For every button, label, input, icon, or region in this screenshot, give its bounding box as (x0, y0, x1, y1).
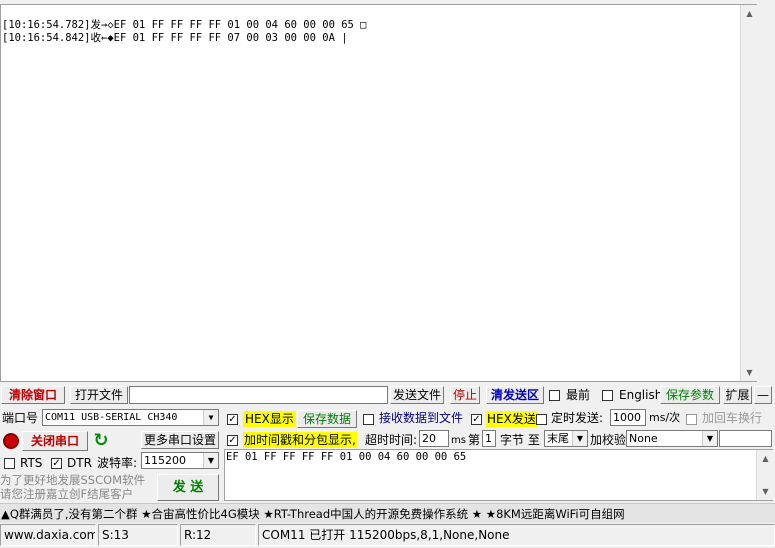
scroll-down-icon[interactable]: ▼ (741, 364, 758, 381)
dtr-label: DTR (67, 456, 92, 470)
baud-select[interactable]: 115200 ▼ (141, 452, 219, 469)
chevron-down-icon: ▼ (572, 431, 587, 446)
chevron-down-icon: ▼ (203, 410, 218, 425)
more-port-settings-button[interactable]: 更多串口设置 (141, 431, 219, 449)
byte-label: 字节 至 (500, 433, 540, 447)
add-crlf-checkbox[interactable] (686, 414, 697, 425)
checksum-label: 加校验 (590, 433, 627, 447)
scroll-up-icon[interactable]: ▲ (757, 450, 774, 467)
scroll-down-icon[interactable]: ▼ (757, 483, 774, 500)
topmost-label: 最前 (566, 388, 591, 402)
timed-send-checkbox[interactable] (536, 414, 547, 425)
port-label: 端口号 (2, 411, 39, 425)
port-status-icon (3, 433, 19, 449)
timeout-unit: ms (451, 435, 466, 446)
save-params-button[interactable]: 保存参数 (660, 386, 720, 404)
file-path-input[interactable] (129, 386, 388, 404)
port-select[interactable]: COM11 USB-SERIAL CH340 ▼ (42, 409, 219, 426)
send-scrollbar[interactable]: ▲ ▼ (756, 450, 774, 500)
checksum-select[interactable]: None ▼ (626, 430, 718, 447)
send-area[interactable]: EF 01 FF FF FF FF 01 00 04 60 00 00 65 ▲… (224, 449, 774, 501)
status-received: R:12 (180, 524, 256, 546)
checksum-extra-field[interactable] (719, 430, 772, 447)
checksum-value: None (629, 432, 658, 445)
topmost-checkbox[interactable] (549, 390, 560, 401)
timestamp-checkbox[interactable]: ✓ (227, 435, 238, 446)
stop-button[interactable]: 停止 (450, 386, 480, 404)
ticker-bar: ▲Q群满员了,没有第二个群 ★合宙高性价比4G模块 ★RT-Thread中国人的… (0, 503, 775, 523)
timestamp-label: 加时间戳和分包显示, (243, 432, 357, 448)
collapse-button[interactable]: — (754, 386, 772, 404)
baud-select-value: 115200 (144, 454, 186, 467)
port-select-value: COM11 USB-SERIAL CH340 (45, 412, 178, 423)
receive-area[interactable]: [10:16:54.782]发→◇EF 01 FF FF FF FF 01 00… (0, 4, 758, 382)
chevron-down-icon: ▼ (203, 453, 218, 468)
timeout-label: 超时时间: (365, 433, 418, 447)
close-port-button[interactable]: 关闭串口 (22, 431, 88, 451)
send-file-button[interactable]: 发送文件 (390, 386, 444, 404)
baud-label: 波特率: (97, 456, 138, 470)
hex-display-checkbox[interactable]: ✓ (227, 414, 238, 425)
receive-scrollbar[interactable]: ▲ ▼ (740, 5, 758, 381)
scroll-up-icon[interactable]: ▲ (741, 5, 758, 22)
refresh-icon[interactable]: ↻ (92, 432, 110, 450)
add-crlf-label: 加回车换行 (702, 411, 763, 425)
interval-input[interactable]: 1000 (610, 409, 646, 426)
expand-button[interactable]: 扩展 (723, 386, 752, 404)
dtr-checkbox[interactable]: ✓ (51, 458, 62, 469)
rts-label: RTS (20, 456, 43, 470)
send-text: EF 01 FF FF FF FF 01 00 04 60 00 00 65 (226, 451, 467, 463)
byte-end-value: 末尾 (547, 432, 569, 445)
english-label: English (619, 388, 663, 402)
interval-unit: ms/次 (649, 411, 681, 424)
timeout-input[interactable]: 20 (419, 430, 449, 447)
send-button[interactable]: 发 送 (157, 474, 219, 501)
status-port: COM11 已打开 115200bps,8,1,None,None (258, 524, 775, 546)
hex-display-label: HEX显示 (243, 411, 296, 427)
open-file-button[interactable]: 打开文件 (70, 386, 128, 404)
clear-send-button[interactable]: 清发送区 (486, 386, 544, 404)
recv-to-file-label: 接收数据到文件 (379, 411, 464, 425)
promo-line-2[interactable]: 请您注册嘉立创F结尾客户 (0, 487, 133, 501)
byte-prefix: 第 (468, 433, 481, 447)
receive-line: [10:16:54.842]收←◆EF 01 FF FF FF FF 07 00… (2, 32, 348, 44)
promo-line-1[interactable]: 为了更好地发展SSCOM软件 (0, 473, 145, 487)
recv-to-file-checkbox[interactable] (363, 414, 374, 425)
ticker-text[interactable]: ▲Q群满员了,没有第二个群 ★合宙高性价比4G模块 ★RT-Thread中国人的… (1, 506, 625, 522)
english-checkbox[interactable] (602, 390, 613, 401)
rts-checkbox[interactable] (4, 458, 15, 469)
clear-window-button[interactable]: 清除窗口 (1, 386, 65, 404)
chevron-down-icon: ▼ (702, 431, 717, 446)
hex-send-label: HEX发送 (486, 411, 537, 427)
hex-send-checkbox[interactable]: ✓ (471, 414, 482, 425)
status-sent: S:13 (98, 524, 178, 546)
byte-end-select[interactable]: 末尾 ▼ (544, 430, 588, 447)
status-site[interactable]: www.daxia.com (0, 524, 96, 546)
save-data-button[interactable]: 保存数据 (297, 410, 357, 428)
byte-index-input[interactable]: 1 (482, 430, 496, 447)
timed-send-label: 定时发送: (551, 411, 604, 425)
